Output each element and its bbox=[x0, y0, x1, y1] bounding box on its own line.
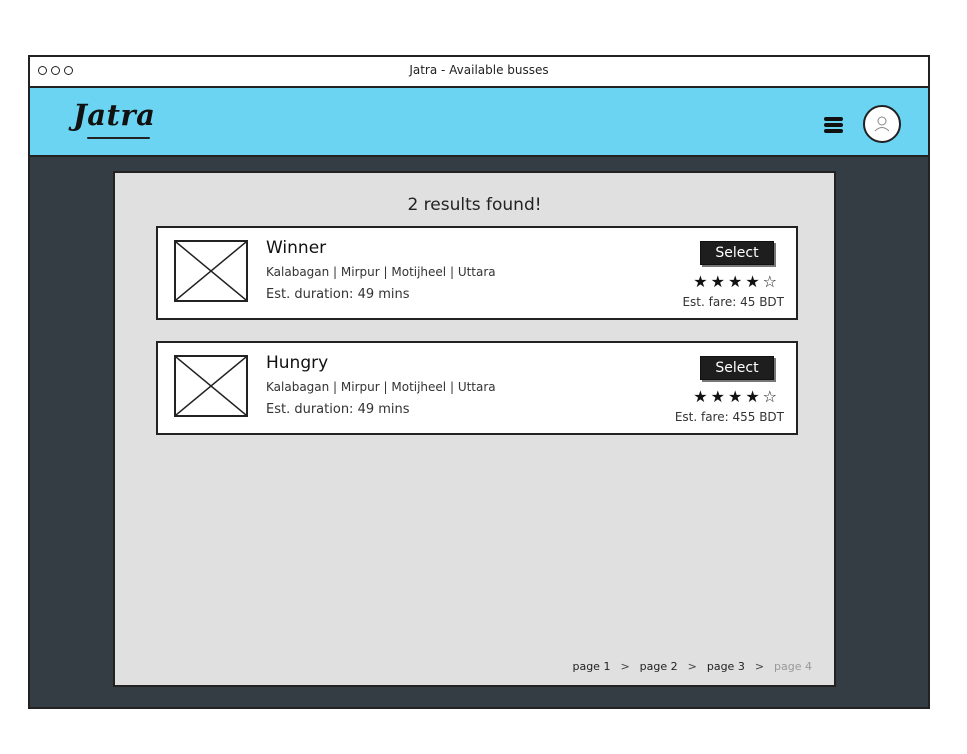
page-separator: > bbox=[687, 660, 697, 673]
bus-fare: Est. fare: 455 BDT bbox=[674, 410, 784, 424]
star-filled-icon: ★ bbox=[727, 387, 746, 406]
bus-card[interactable]: Hungry Kalabagan | Mirpur | Motijheel | … bbox=[156, 341, 798, 435]
image-placeholder-icon bbox=[175, 356, 247, 416]
star-filled-icon: ★ bbox=[710, 272, 728, 291]
page-link[interactable]: page 1 bbox=[572, 660, 610, 673]
star-filled-icon: ★ bbox=[693, 387, 711, 406]
app-logo[interactable]: Jatra bbox=[73, 98, 155, 132]
results-count: 2 results found! bbox=[407, 195, 542, 215]
page-separator: > bbox=[620, 660, 630, 673]
app-header: Jatra bbox=[30, 88, 928, 157]
bus-name: Hungry bbox=[266, 353, 329, 373]
bus-route: Kalabagan | Mirpur | Motijheel | Uttara bbox=[266, 380, 496, 394]
hamburger-menu-icon[interactable] bbox=[824, 117, 843, 133]
page-link-current[interactable]: page 4 bbox=[774, 660, 812, 673]
star-empty-icon: ☆ bbox=[762, 272, 780, 291]
rating-stars: ★★★★☆ bbox=[693, 387, 780, 406]
star-filled-icon: ★ bbox=[745, 387, 763, 406]
bus-card[interactable]: Winner Kalabagan | Mirpur | Motijheel | … bbox=[156, 226, 798, 320]
select-bus-button[interactable]: Select bbox=[700, 241, 774, 265]
logo-underline bbox=[87, 137, 150, 139]
select-bus-button[interactable]: Select bbox=[700, 356, 774, 380]
star-filled-icon: ★ bbox=[727, 272, 746, 291]
bus-route: Kalabagan | Mirpur | Motijheel | Uttara bbox=[266, 265, 496, 279]
user-icon bbox=[874, 116, 890, 132]
star-filled-icon: ★ bbox=[693, 272, 711, 291]
window-title: Jatra - Available busses bbox=[409, 63, 549, 77]
star-filled-icon: ★ bbox=[710, 387, 728, 406]
page-link[interactable]: page 2 bbox=[640, 660, 678, 673]
pagination: page 1 > page 2 > page 3 > page 4 bbox=[572, 660, 812, 673]
bus-name: Winner bbox=[266, 238, 327, 258]
rating-stars: ★★★★☆ bbox=[693, 272, 780, 291]
bus-duration: Est. duration: 49 mins bbox=[266, 402, 410, 417]
bus-image-placeholder bbox=[174, 355, 248, 417]
results-panel: 2 results found! Winner Kalabagan | Mirp… bbox=[113, 171, 836, 687]
page-separator: > bbox=[754, 660, 765, 673]
browser-window: Jatra - Available busses Jatra 2 results… bbox=[28, 55, 930, 709]
image-placeholder-icon bbox=[175, 241, 247, 301]
bus-fare: Est. fare: 45 BDT bbox=[682, 295, 784, 309]
bus-duration: Est. duration: 49 mins bbox=[266, 287, 410, 302]
bus-image-placeholder bbox=[174, 240, 248, 302]
star-filled-icon: ★ bbox=[745, 272, 763, 291]
user-avatar-icon[interactable] bbox=[863, 105, 901, 143]
star-empty-icon: ☆ bbox=[762, 387, 780, 406]
page-link[interactable]: page 3 bbox=[707, 660, 745, 673]
window-titlebar: Jatra - Available busses bbox=[30, 57, 928, 88]
